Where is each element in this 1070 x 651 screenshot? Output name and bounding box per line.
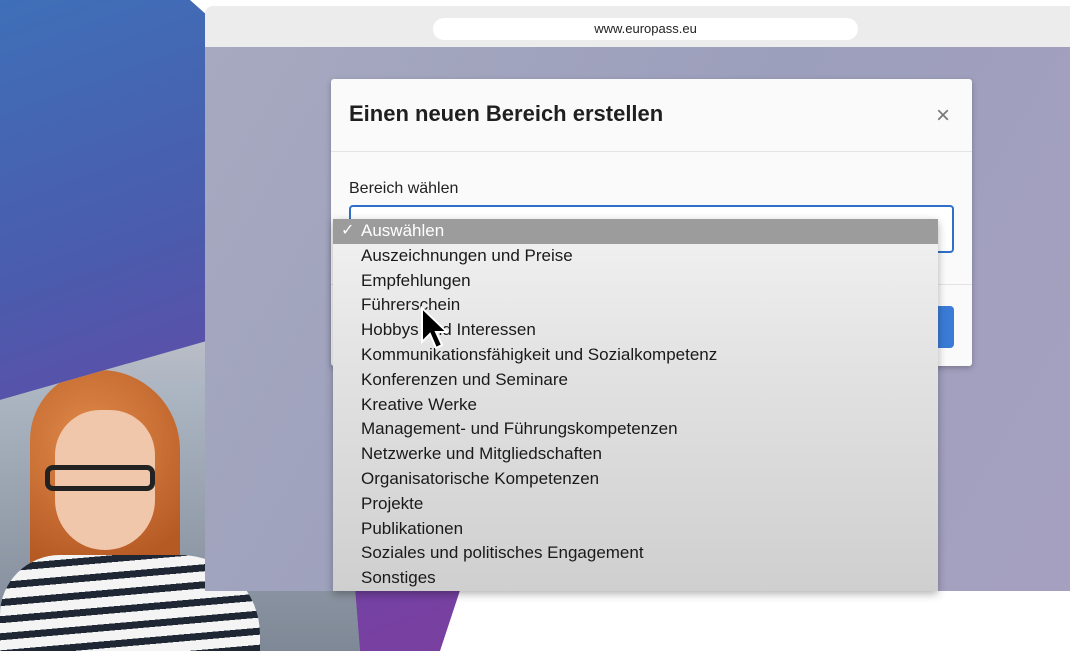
dropdown-option[interactable]: Auszeichnungen und Preise: [333, 244, 938, 269]
dropdown-option[interactable]: Management- und Führungskompetenzen: [333, 417, 938, 442]
dropdown-option[interactable]: Sonstiges: [333, 566, 938, 591]
section-dropdown-list: ✓ Auswählen Auszeichnungen und Preise Em…: [333, 219, 938, 591]
dropdown-option[interactable]: Netzwerke und Mitgliedschaften: [333, 442, 938, 467]
dropdown-option[interactable]: Publikationen: [333, 517, 938, 542]
dropdown-option[interactable]: Organisatorische Kompetenzen: [333, 467, 938, 492]
close-icon[interactable]: ×: [932, 104, 954, 128]
section-select-label: Bereich wählen: [349, 180, 459, 197]
option-label: Auswählen: [361, 221, 445, 240]
dropdown-option[interactable]: Konferenzen und Seminare: [333, 368, 938, 393]
dropdown-option[interactable]: Kreative Werke: [333, 393, 938, 418]
mouse-pointer-icon: [421, 306, 448, 350]
divider: [331, 151, 972, 152]
dropdown-option[interactable]: Empfehlungen: [333, 269, 938, 294]
dropdown-option[interactable]: Projekte: [333, 492, 938, 517]
dropdown-option-selected[interactable]: ✓ Auswählen: [333, 219, 938, 244]
browser-toolbar: www.europass.eu: [205, 6, 1070, 47]
dialog-title: Einen neuen Bereich erstellen: [349, 101, 664, 126]
address-bar[interactable]: www.europass.eu: [433, 18, 858, 40]
checkmark-icon: ✓: [341, 222, 355, 239]
dropdown-option[interactable]: Soziales und politisches Engagement: [333, 541, 938, 566]
